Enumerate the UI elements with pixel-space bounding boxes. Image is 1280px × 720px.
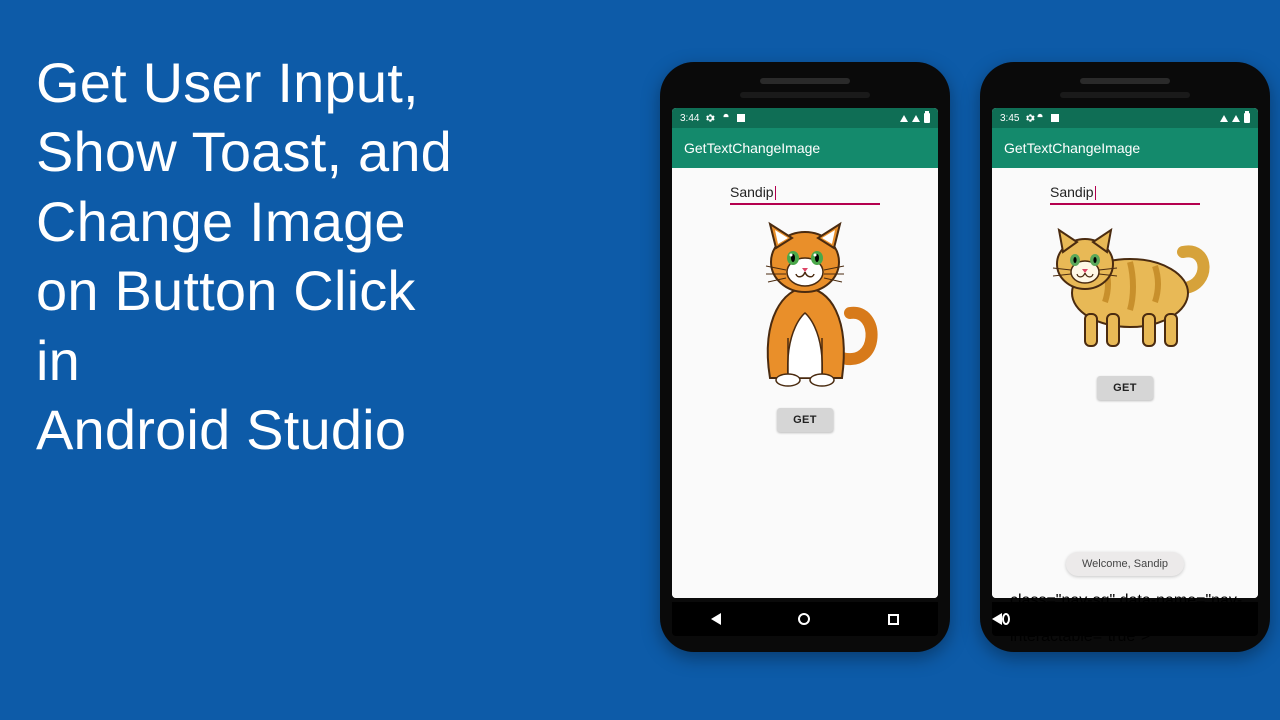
battery-icon: [924, 113, 930, 123]
android-nav-bar: class="nav-sq" data-name="nav-recent-ico…: [992, 602, 1258, 636]
phone-screen: 3:45 GetTextChangeImage: [992, 108, 1258, 598]
headline-line-1: Get User Input,: [36, 48, 452, 117]
text-cursor-icon: [1095, 186, 1096, 200]
nav-back-icon[interactable]: [992, 613, 1002, 625]
input-underline: [730, 203, 880, 205]
slide-headline: Get User Input, Show Toast, and Change I…: [36, 48, 452, 465]
nav-home-icon[interactable]: [798, 613, 810, 625]
square-icon: [1051, 114, 1059, 122]
phone-screen: 3:44 GetTextChangeImage: [672, 108, 938, 598]
nav-recent-icon[interactable]: [888, 614, 899, 625]
wifi-icon: [1232, 115, 1240, 122]
phone-mockup-left: 3:44 GetTextChangeImage: [660, 62, 950, 652]
headline-line-6: Android Studio: [36, 395, 452, 464]
app-title: GetTextChangeImage: [684, 140, 820, 156]
phone-speaker-icon: [760, 78, 850, 84]
cat-image-standing: [1035, 218, 1215, 358]
square-icon: [737, 114, 745, 122]
headline-line-5: in: [36, 326, 452, 395]
wifi-icon: [912, 115, 920, 122]
android-nav-bar: [672, 602, 938, 636]
name-input[interactable]: Sandip: [1050, 182, 1200, 205]
phone-sensor-bar-icon: [1060, 92, 1190, 98]
get-button[interactable]: GET: [777, 408, 833, 432]
nav-home-icon[interactable]: [1002, 613, 1010, 625]
app-title: GetTextChangeImage: [1004, 140, 1140, 156]
headline-line-3: Change Image: [36, 187, 452, 256]
headline-line-4: on Button Click: [36, 256, 452, 325]
status-time: 3:44: [680, 113, 699, 124]
name-input-value: Sandip: [730, 184, 774, 200]
name-input-value: Sandip: [1050, 184, 1094, 200]
app-content: Sandip: [992, 168, 1258, 598]
android-status-bar: 3:45: [992, 108, 1258, 128]
phone-mockup-right: 3:45 GetTextChangeImage: [980, 62, 1270, 652]
gear-icon: [705, 113, 715, 123]
android-app-bar: GetTextChangeImage: [992, 128, 1258, 168]
nav-back-icon[interactable]: [711, 613, 721, 625]
input-underline: [1050, 203, 1200, 205]
text-cursor-icon: [775, 186, 776, 200]
headline-line-2: Show Toast, and: [36, 117, 452, 186]
android-head-icon: [721, 113, 731, 123]
signal-icon: [1220, 115, 1228, 122]
phone-speaker-icon: [1080, 78, 1170, 84]
phone-sensor-bar-icon: [740, 92, 870, 98]
battery-icon: [1244, 113, 1250, 123]
gear-icon: [1025, 113, 1045, 123]
status-time: 3:45: [1000, 113, 1019, 124]
signal-icon: [900, 115, 908, 122]
get-button[interactable]: GET: [1097, 376, 1153, 400]
android-status-bar: 3:44: [672, 108, 938, 128]
cat-image-sitting: [730, 218, 880, 388]
android-app-bar: GetTextChangeImage: [672, 128, 938, 168]
app-content: Sandip: [672, 168, 938, 598]
toast-message: Welcome, Sandip: [1066, 552, 1184, 576]
name-input[interactable]: Sandip: [730, 182, 880, 205]
